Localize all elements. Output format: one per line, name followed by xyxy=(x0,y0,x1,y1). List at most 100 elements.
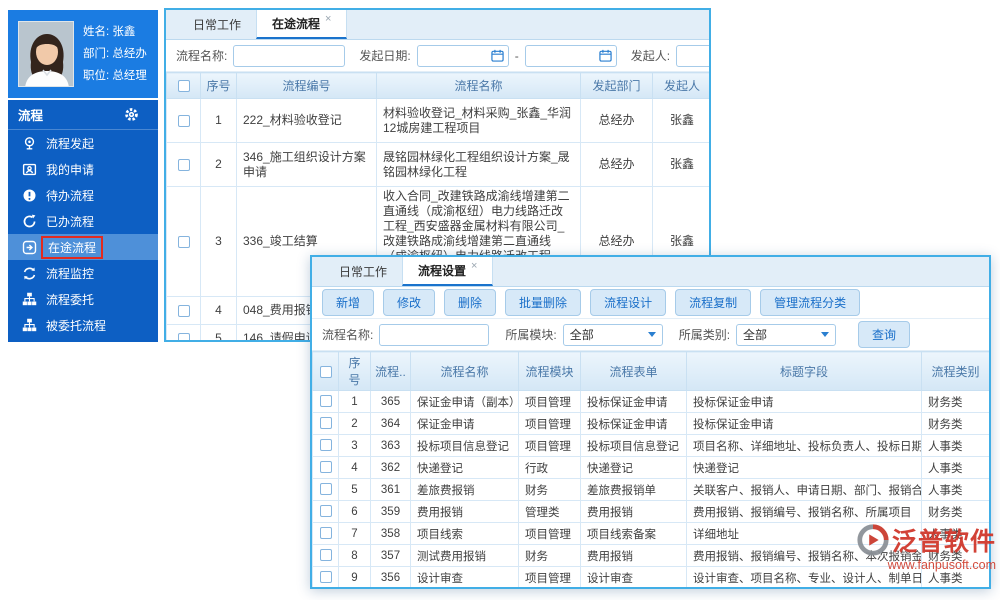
column-header-序号: 序号 xyxy=(200,72,237,99)
table-row: 10355设计进度汇报项目管理设计进度汇报设计进度汇报、所属项目、任务名称、任务… xyxy=(313,589,990,590)
select-all-checkbox[interactable] xyxy=(177,80,190,93)
toolbar-button-新增[interactable]: 新增 xyxy=(322,289,375,316)
front-toolbar: 新增 修改 删除 批量删除 流程设计 流程复制 管理流程分类 xyxy=(312,287,989,319)
row-checkbox[interactable] xyxy=(319,395,332,408)
sidebar-item-流程委托[interactable]: 流程委托 xyxy=(8,286,158,312)
start-date-input[interactable] xyxy=(416,44,509,67)
row-select-cell xyxy=(312,434,339,457)
sidebar-item-流程监控[interactable]: 流程监控 xyxy=(8,260,158,286)
sidebar-item-label: 我的申请 xyxy=(46,162,95,177)
module-select[interactable]: 全部 xyxy=(562,323,663,346)
sidebar-item-待办流程[interactable]: 待办流程 xyxy=(8,182,158,208)
tab-日常工作[interactable]: 日常工作 xyxy=(178,10,256,39)
toolbar-button-流程设计[interactable]: 流程设计 xyxy=(590,289,667,316)
cell: 5 xyxy=(338,478,371,501)
initiator-label: 发起人: xyxy=(630,49,671,63)
cell: 项目管理 xyxy=(518,390,581,413)
toolbar-button-修改[interactable]: 修改 xyxy=(383,289,436,316)
cell: 关联客户、报销人、申请日期、部门、报销合计 xyxy=(686,478,922,501)
tab-label: 流程设置 xyxy=(418,264,467,278)
table-row: 1 222_材料验收登记 材料验收登记_材料采购_张鑫_华润12城房建工程项目 总经办… xyxy=(166,98,709,143)
row-checkbox[interactable] xyxy=(177,114,190,127)
cell: 2 xyxy=(338,412,371,435)
sidebar-item-被委托流程[interactable]: 被委托流程 xyxy=(8,312,158,338)
in-transit-icon xyxy=(22,240,37,255)
row-checkbox[interactable] xyxy=(319,417,332,430)
row-checkbox[interactable] xyxy=(319,549,332,562)
cell: 项目线索备案 xyxy=(580,522,687,545)
cell: 投标保证金申请 xyxy=(686,412,922,435)
toolbar-button-删除[interactable]: 删除 xyxy=(444,289,497,316)
row-checkbox[interactable] xyxy=(319,571,332,584)
initiator-input[interactable] xyxy=(676,44,709,67)
cell: 项目管理 xyxy=(922,589,990,590)
tab-close-icon[interactable]: × xyxy=(325,13,331,25)
flow-name-input[interactable] xyxy=(379,323,490,346)
flow-name-label: 流程名称: xyxy=(176,49,228,63)
cell: 359 xyxy=(370,500,411,523)
gear-icon[interactable] xyxy=(124,107,139,122)
fanpu-logo: 泛普软件 www.fanpusoft.com xyxy=(856,522,996,572)
tab-label: 日常工作 xyxy=(339,265,388,279)
toolbar-button-批量删除[interactable]: 批量删除 xyxy=(505,289,582,316)
cell: 222_材料验收登记 xyxy=(236,98,377,143)
row-checkbox[interactable] xyxy=(319,461,332,474)
cell: 项目管理 xyxy=(518,412,581,435)
row-select-cell xyxy=(312,478,339,501)
row-select-cell xyxy=(312,500,339,523)
brand-url: www.fanpusoft.com xyxy=(887,558,996,572)
cell: 快递登记 xyxy=(410,456,519,479)
row-checkbox[interactable] xyxy=(319,527,332,540)
row-checkbox[interactable] xyxy=(319,483,332,496)
toolbar-button-管理流程分类[interactable]: 管理流程分类 xyxy=(760,289,861,316)
row-checkbox[interactable] xyxy=(177,235,190,248)
profile-card: 姓名: 张鑫 部门: 总经办 职位: 总经理 xyxy=(8,10,158,98)
table-row: 3 363 投标项目信息登记 项目管理 投标项目信息登记 项目名称、详细地址、投标负责人、… xyxy=(312,434,989,457)
row-select-cell xyxy=(166,324,201,340)
sidebar-item-label: 已办流程 xyxy=(46,214,95,229)
sidebar-item-label: 在途流程 xyxy=(41,235,104,259)
row-checkbox[interactable] xyxy=(177,332,190,340)
sidebar-item-在途流程[interactable]: 在途流程 xyxy=(8,234,158,260)
cell: 9 xyxy=(338,566,371,587)
table-row: 2 364 保证金申请 项目管理 投标保证金申请 投标保证金申请 财务类 xyxy=(312,412,989,435)
row-select-cell xyxy=(166,186,201,297)
column-header-流程名称: 流程名称 xyxy=(376,72,581,99)
cell: 设计审查 xyxy=(410,566,519,587)
cell: 财务 xyxy=(518,478,581,501)
select-all-checkbox[interactable] xyxy=(319,365,332,378)
row-checkbox[interactable] xyxy=(319,505,332,518)
cell: 投标项目信息登记 xyxy=(580,434,687,457)
search-button[interactable]: 查询 xyxy=(858,321,911,348)
tab-流程设置[interactable]: 流程设置 × xyxy=(402,257,494,286)
cell: 363 xyxy=(370,434,411,457)
profile-title: 职位: 总经理 xyxy=(83,70,147,82)
cell: 设计审查 xyxy=(580,566,687,587)
row-checkbox[interactable] xyxy=(177,158,190,171)
cell: 投标保证金申请 xyxy=(686,390,922,413)
sidebar-item-我的申请[interactable]: 我的申请 xyxy=(8,156,158,182)
end-date-input[interactable] xyxy=(524,44,617,67)
cell: 财务类 xyxy=(921,500,989,523)
row-select-cell xyxy=(312,544,339,567)
sidebar-item-已办流程[interactable]: 已办流程 xyxy=(8,208,158,234)
toolbar-button-流程复制[interactable]: 流程复制 xyxy=(675,289,752,316)
cell: 8 xyxy=(338,544,371,567)
fanpu-emblem-icon xyxy=(856,523,890,557)
sidebar-item-流程发起[interactable]: 流程发起 xyxy=(8,130,158,156)
start-date-label: 发起日期: xyxy=(359,49,411,63)
cell: 保证金申请（副本） xyxy=(410,390,519,413)
row-checkbox[interactable] xyxy=(177,304,190,317)
cell: 358 xyxy=(370,522,411,545)
tab-日常工作[interactable]: 日常工作 xyxy=(324,257,402,286)
tab-close-icon[interactable]: × xyxy=(471,260,477,272)
tab-在途流程[interactable]: 在途流程 × xyxy=(256,10,348,39)
column-header-流程编号: 流程编号 xyxy=(236,72,377,99)
row-checkbox[interactable] xyxy=(319,439,332,452)
cell: 管理类 xyxy=(518,500,581,523)
cell: 364 xyxy=(370,412,411,435)
category-select[interactable]: 全部 xyxy=(736,323,837,346)
cell: 4 xyxy=(338,456,371,479)
column-header-流程表单: 流程表单 xyxy=(580,351,687,391)
flow-name-input[interactable] xyxy=(233,44,346,67)
